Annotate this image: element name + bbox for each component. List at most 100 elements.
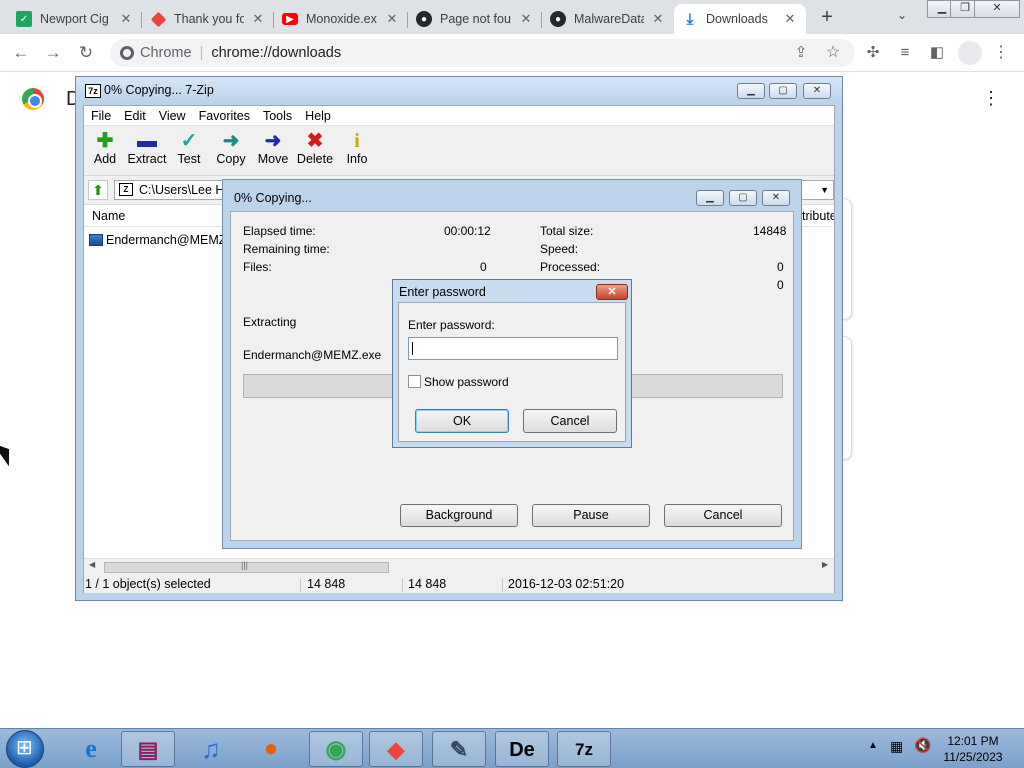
horizontal-scrollbar[interactable]: ◀ ||| ▶: [84, 558, 834, 574]
profile-avatar[interactable]: [958, 41, 982, 65]
password-dialog-title: Enter password: [399, 285, 486, 299]
back-arrow-icon[interactable]: ←: [10, 42, 32, 64]
browser-tab-strip: ✓ Newport Cig ✕ Thank you fo ✕ ▶ Monoxid…: [0, 0, 1024, 34]
elapsed-value: 00:00:12: [444, 224, 491, 238]
total-size-value: 14848: [753, 224, 787, 238]
downloads-more-icon[interactable]: ⋮: [982, 88, 1000, 109]
info-button[interactable]: i Info: [336, 130, 378, 166]
copy-button[interactable]: ➜ Copy: [210, 130, 252, 166]
tab-malwaredata[interactable]: ● MalwareData ✕: [542, 4, 674, 34]
tab-downloads[interactable]: ⤓ Downloads ✕: [674, 4, 806, 34]
delete-icon: ✖: [306, 130, 324, 152]
cancel-button[interactable]: Cancel: [664, 504, 782, 527]
current-file: Endermanch@MEMZ.exe: [243, 348, 382, 362]
side-panel-icon[interactable]: ◧: [926, 42, 948, 64]
minimize-button[interactable]: ▁: [737, 83, 765, 99]
tab-page-not-found[interactable]: ● Page not fou ✕: [408, 4, 542, 34]
menu-help[interactable]: Help: [305, 109, 331, 123]
notepad-icon[interactable]: ✎: [432, 731, 486, 767]
table-row[interactable]: Endermanch@MEMZ.: [89, 231, 230, 249]
remaining-label: Remaining time:: [243, 242, 330, 256]
start-button[interactable]: [6, 730, 44, 768]
close-icon[interactable]: ✕: [782, 11, 798, 27]
scroll-right-icon[interactable]: ▶: [822, 560, 828, 569]
tab-label: Page not fou: [440, 12, 511, 26]
clock-date: 11/25/2023: [943, 750, 1003, 764]
add-button[interactable]: ✚ Add: [84, 130, 126, 166]
scroll-left-icon[interactable]: ◀: [89, 560, 95, 569]
dependency-walker-icon[interactable]: De: [495, 731, 549, 767]
menu-file[interactable]: File: [91, 109, 111, 123]
address-bar[interactable]: Chrome | chrome://downloads: [110, 39, 855, 67]
firefox-icon[interactable]: ●: [244, 731, 298, 767]
test-button[interactable]: ✓ Test: [168, 130, 210, 166]
forward-arrow-icon[interactable]: →: [42, 42, 64, 64]
column-name[interactable]: Name: [92, 209, 125, 223]
menu-edit[interactable]: Edit: [124, 109, 146, 123]
extract-button[interactable]: ▬ Extract: [126, 130, 168, 166]
extract-label: Extract: [127, 152, 167, 166]
reload-icon[interactable]: ↻: [75, 42, 97, 64]
extensions-icon[interactable]: ✣: [862, 42, 884, 64]
menu-tools[interactable]: Tools: [263, 109, 292, 123]
password-dialog-body: Enter password: Show password OK Cancel: [398, 302, 626, 442]
winrar-icon[interactable]: ▤: [121, 731, 175, 767]
maximize-button[interactable]: ▢: [769, 83, 797, 99]
internet-explorer-icon[interactable]: e: [64, 731, 118, 767]
network-icon[interactable]: ▦: [890, 738, 903, 755]
youtube-icon: ▶: [282, 13, 298, 25]
delete-button[interactable]: ✖ Delete: [294, 130, 336, 166]
folder-up-icon[interactable]: ⬆: [88, 180, 108, 200]
minimize-button[interactable]: ▁: [696, 190, 724, 206]
bookmark-star-icon[interactable]: ☆: [822, 42, 844, 64]
scrollbar-thumb[interactable]: |||: [104, 560, 389, 573]
copy-icon: ➜: [222, 130, 240, 152]
anydesk-icon[interactable]: ◆: [369, 731, 423, 767]
chrome-icon[interactable]: ◉: [309, 731, 363, 767]
sevenzip-titlebar[interactable]: 7z 0% Copying... 7-Zip ▁ ▢ ✕: [76, 77, 842, 103]
chrome-menu-icon[interactable]: ⋮: [990, 42, 1012, 64]
cancel-button[interactable]: Cancel: [523, 409, 617, 433]
tab-search-chevron-icon[interactable]: ⌄: [897, 8, 907, 22]
processed-value: 0: [777, 260, 784, 274]
menu-view[interactable]: View: [159, 109, 186, 123]
close-button[interactable]: ✕: [596, 284, 628, 300]
close-button[interactable]: ✕: [803, 83, 831, 99]
close-icon[interactable]: ✕: [250, 11, 266, 27]
show-password-label[interactable]: Show password: [424, 375, 509, 389]
github-icon: ●: [416, 11, 432, 27]
test-icon: ✓: [180, 130, 198, 152]
itunes-icon[interactable]: ♫: [184, 731, 238, 767]
progress-title: 0% Copying...: [234, 191, 312, 205]
maximize-button[interactable]: ▢: [729, 190, 757, 206]
media-controls-icon[interactable]: ≡: [894, 42, 916, 64]
omnibox-chip: Chrome: [140, 45, 192, 61]
move-button[interactable]: ➜ Move: [252, 130, 294, 166]
move-label: Move: [257, 152, 289, 166]
show-password-checkbox[interactable]: [408, 375, 421, 388]
tab-anydesk[interactable]: Thank you fo ✕: [142, 4, 274, 34]
menu-favorites[interactable]: Favorites: [199, 109, 250, 123]
close-icon[interactable]: ✕: [118, 11, 134, 27]
executable-icon: [89, 234, 103, 246]
close-icon[interactable]: ✕: [650, 11, 666, 27]
sevenzip-icon[interactable]: 7z: [557, 731, 611, 767]
volume-muted-icon[interactable]: 🔇: [914, 737, 931, 754]
close-icon[interactable]: ✕: [384, 11, 400, 27]
info-icon: i: [354, 130, 360, 152]
password-input[interactable]: [408, 337, 618, 360]
new-tab-button[interactable]: +: [815, 6, 839, 30]
close-icon[interactable]: ✕: [518, 11, 534, 27]
tray-expand-icon[interactable]: ▲: [868, 740, 878, 751]
share-icon[interactable]: ⇪: [790, 42, 812, 64]
pause-button[interactable]: Pause: [532, 504, 650, 527]
column-attributes[interactable]: tribute: [802, 209, 834, 223]
tab-monoxide[interactable]: ▶ Monoxide.ex ✕: [274, 4, 408, 34]
tab-newport[interactable]: ✓ Newport Cig ✕: [8, 4, 142, 34]
ok-button[interactable]: OK: [415, 409, 509, 433]
background-button[interactable]: Background: [400, 504, 518, 527]
clock[interactable]: 12:01 PM 11/25/2023: [935, 733, 1011, 765]
close-window-button[interactable]: ✕: [974, 0, 1020, 18]
path-dropdown-icon[interactable]: ▼: [820, 181, 829, 199]
close-button[interactable]: ✕: [762, 190, 790, 206]
